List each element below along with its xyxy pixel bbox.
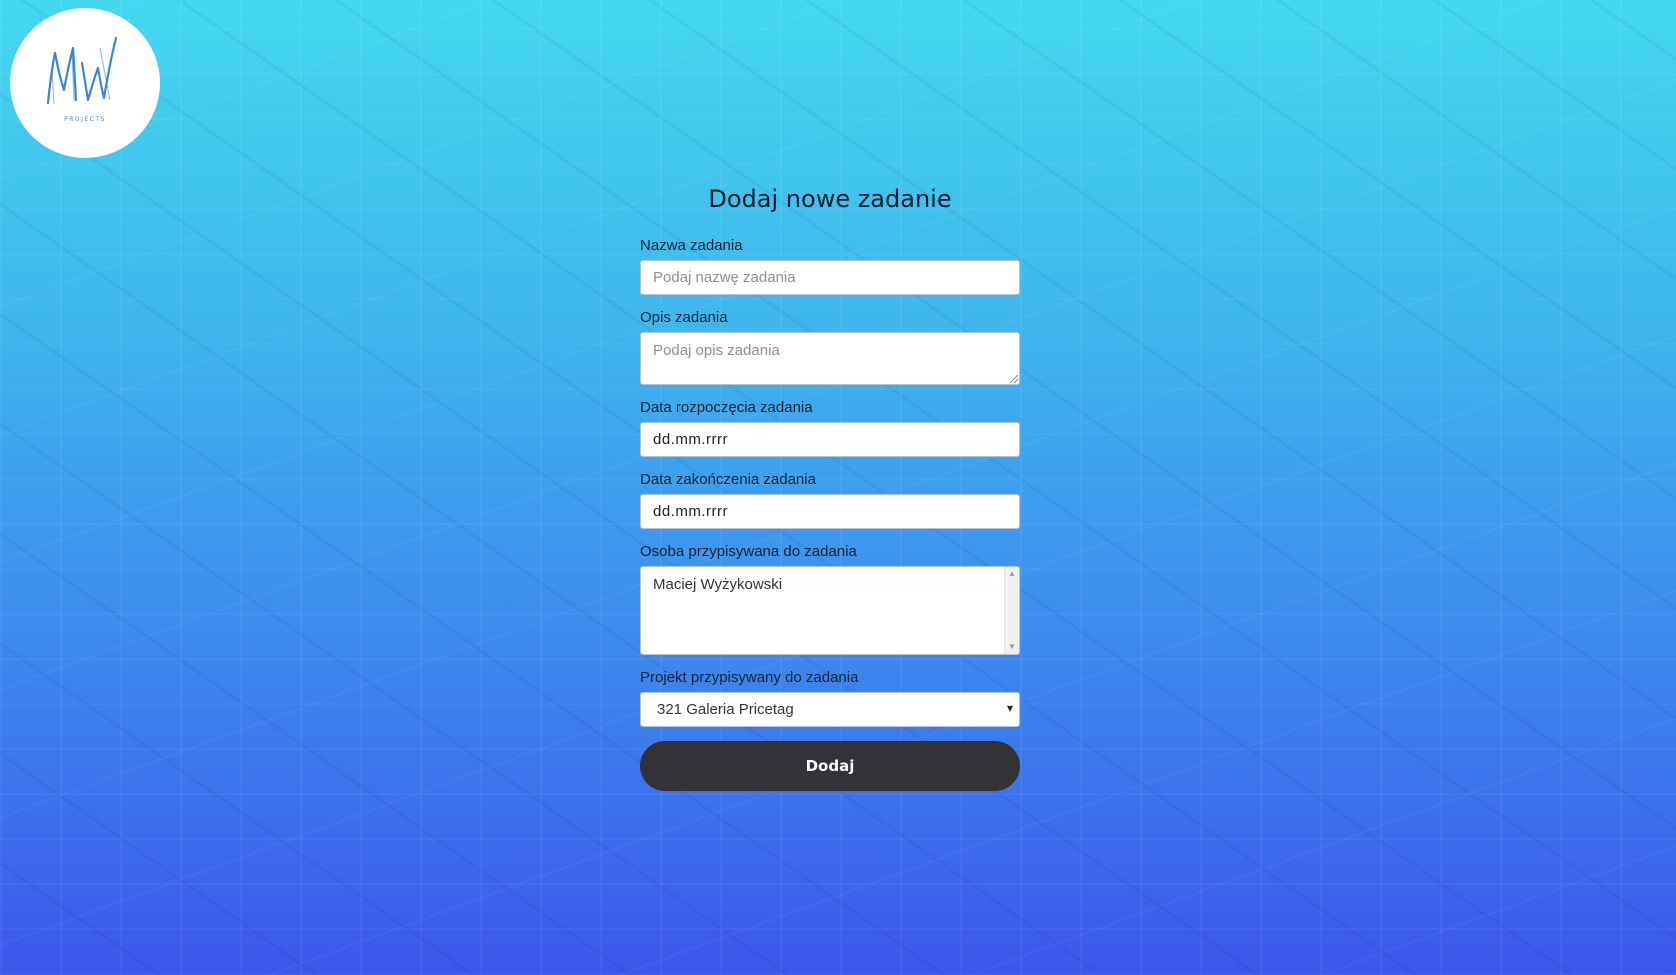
chevron-down-icon: ▾ — [1006, 701, 1013, 715]
task-name-placeholder: Podaj nazwę zadania — [653, 269, 796, 286]
task-description-field: Opis zadania Podaj opis zadania — [640, 309, 1020, 385]
end-date-field: Data zakończenia zadania dd.mm.rrrr — [640, 471, 1020, 529]
end-date-label: Data zakończenia zadania — [640, 471, 816, 488]
assignee-label: Osoba przypisywana do zadania — [640, 543, 857, 560]
project-label: Projekt przypisywany do zadania — [640, 669, 859, 686]
task-name-input[interactable]: Podaj nazwę zadania — [640, 260, 1020, 295]
end-date-value: dd.mm.rrrr — [653, 503, 728, 520]
start-date-value: dd.mm.rrrr — [653, 431, 728, 448]
add-task-form: Dodaj nowe zadanie Nazwa zadania Podaj n… — [640, 185, 1020, 791]
logo-subtitle: PROJECTS — [64, 116, 106, 123]
task-name-field: Nazwa zadania Podaj nazwę zadania — [640, 237, 1020, 295]
task-description-input[interactable]: Podaj opis zadania — [640, 332, 1020, 385]
resize-grip-icon[interactable] — [1010, 375, 1018, 383]
assignee-field: Osoba przypisywana do zadania Maciej Wyż… — [640, 543, 1020, 655]
start-date-label: Data rozpoczęcia zadania — [640, 399, 813, 416]
scroll-down-icon[interactable]: ▼ — [1005, 641, 1019, 653]
project-field: Projekt przypisywany do zadania 321 Gale… — [640, 669, 1020, 727]
page-title: Dodaj nowe zadanie — [708, 185, 952, 213]
task-description-label: Opis zadania — [640, 309, 728, 326]
task-description-placeholder: Podaj opis zadania — [653, 342, 780, 359]
project-select[interactable]: 321 Galeria Pricetag ▾ — [640, 692, 1020, 727]
assignee-scrollbar[interactable]: ▲ ▼ — [1004, 567, 1019, 654]
project-selected-value: 321 Galeria Pricetag — [657, 701, 794, 718]
task-name-label: Nazwa zadania — [640, 237, 743, 254]
add-task-button[interactable]: Dodaj — [640, 741, 1020, 791]
end-date-input[interactable]: dd.mm.rrrr — [640, 494, 1020, 529]
start-date-field: Data rozpoczęcia zadania dd.mm.rrrr — [640, 399, 1020, 457]
scroll-up-icon[interactable]: ▲ — [1005, 568, 1019, 580]
assignee-option[interactable]: Maciej Wyżykowski — [641, 567, 1019, 602]
start-date-input[interactable]: dd.mm.rrrr — [640, 422, 1020, 457]
logo-icon: PROJECTS — [46, 36, 118, 123]
company-logo[interactable]: PROJECTS — [10, 8, 160, 158]
assignee-listbox[interactable]: Maciej Wyżykowski ▲ ▼ — [640, 566, 1020, 655]
